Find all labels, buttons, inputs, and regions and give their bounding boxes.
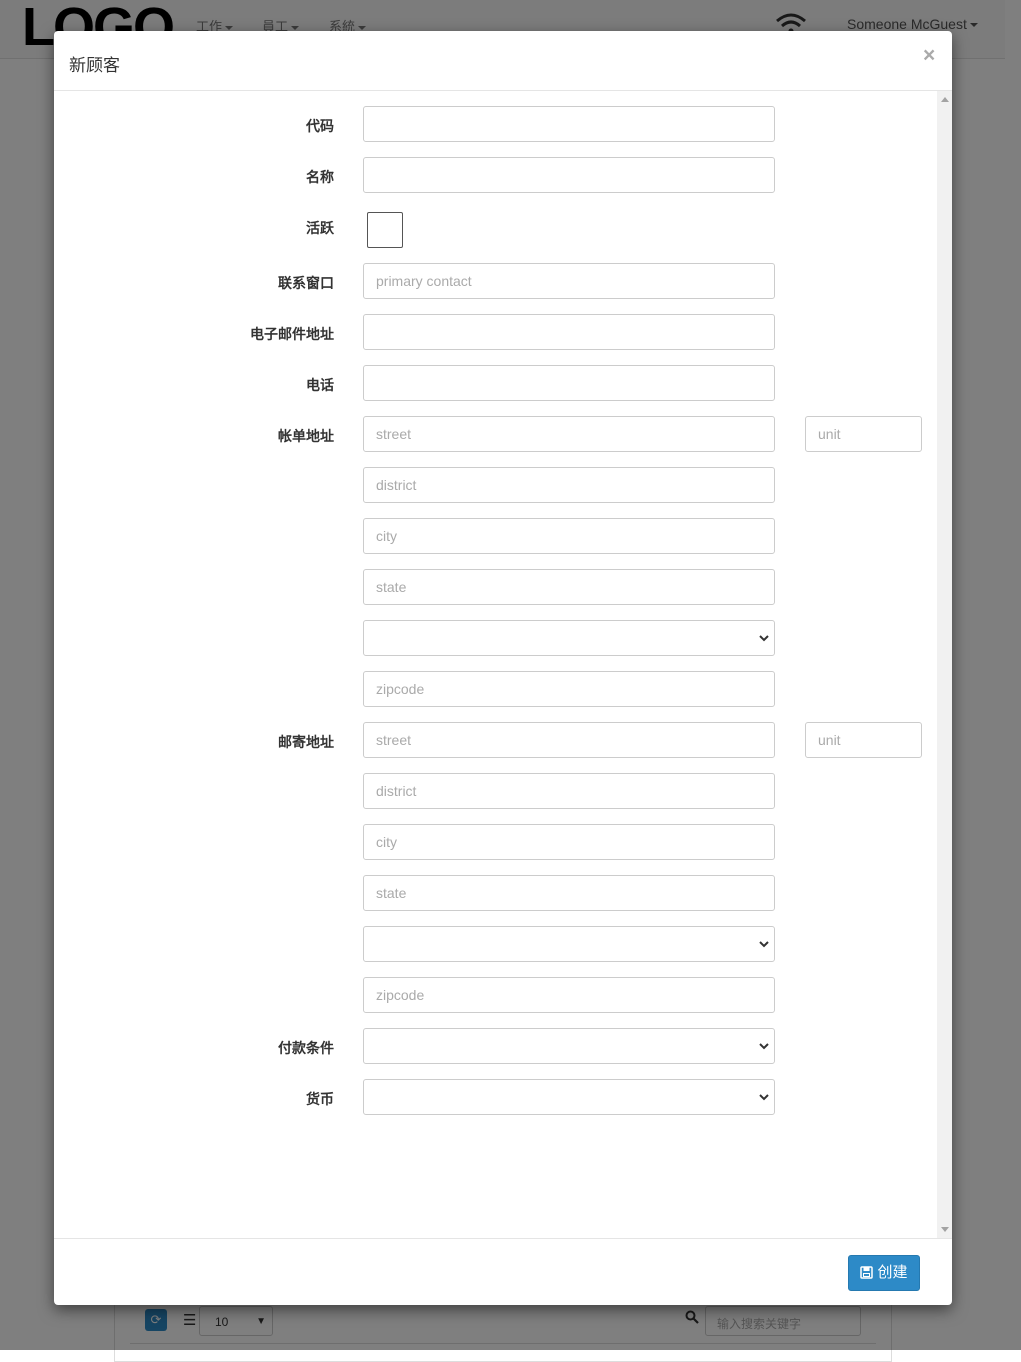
modal-header: 新顾客 × [54, 31, 952, 91]
name-input[interactable] [363, 157, 775, 193]
chevron-down-icon [759, 941, 769, 948]
billing-country-select[interactable] [363, 620, 775, 656]
save-icon [860, 1266, 874, 1279]
modal-footer: 创建 [54, 1238, 952, 1305]
mailing-address-label: 邮寄地址 [278, 734, 334, 750]
mailing-city-input[interactable] [363, 824, 775, 860]
close-icon[interactable]: × [923, 44, 935, 68]
payment-terms-select[interactable] [363, 1028, 775, 1064]
payment-terms-label: 付款条件 [278, 1040, 334, 1056]
chevron-down-icon [759, 1094, 769, 1101]
billing-district-input[interactable] [363, 467, 775, 503]
phone-input[interactable] [363, 365, 775, 401]
mailing-country-select[interactable] [363, 926, 775, 962]
mailing-zipcode-input[interactable] [363, 977, 775, 1013]
billing-city-input[interactable] [363, 518, 775, 554]
billing-street-input[interactable] [363, 416, 775, 452]
mailing-street-input[interactable] [363, 722, 775, 758]
chevron-down-icon [759, 1043, 769, 1050]
billing-unit-input[interactable] [805, 416, 922, 452]
create-button[interactable]: 创建 [848, 1255, 920, 1291]
mailing-state-input[interactable] [363, 875, 775, 911]
code-input[interactable] [363, 106, 775, 142]
phone-label: 电话 [306, 377, 334, 393]
mailing-unit-input[interactable] [805, 722, 922, 758]
code-label: 代码 [306, 118, 334, 134]
contact-input[interactable] [363, 263, 775, 299]
name-label: 名称 [306, 169, 334, 185]
billing-state-input[interactable] [363, 569, 775, 605]
active-checkbox[interactable] [367, 212, 403, 248]
contact-label: 联系窗口 [278, 275, 334, 291]
new-customer-modal: 新顾客 × 代码 名称 活跃 联系窗口 电子邮件地址 电话 帐单地址 邮寄地 [54, 31, 952, 1305]
scroll-down-arrow-icon[interactable] [941, 1227, 949, 1232]
modal-scrollbar[interactable] [937, 91, 952, 1238]
currency-label: 货币 [306, 1091, 334, 1107]
billing-address-label: 帐单地址 [278, 428, 334, 444]
modal-body: 代码 名称 活跃 联系窗口 电子邮件地址 电话 帐单地址 邮寄地址 [54, 91, 952, 1238]
email-input[interactable] [363, 314, 775, 350]
email-label: 电子邮件地址 [250, 326, 334, 342]
chevron-down-icon [759, 635, 769, 642]
mailing-district-input[interactable] [363, 773, 775, 809]
currency-select[interactable] [363, 1079, 775, 1115]
active-label: 活跃 [306, 220, 334, 236]
billing-zipcode-input[interactable] [363, 671, 775, 707]
create-button-label: 创建 [877, 1264, 908, 1281]
scroll-up-arrow-icon[interactable] [941, 97, 949, 102]
modal-title: 新顾客 [69, 56, 120, 75]
